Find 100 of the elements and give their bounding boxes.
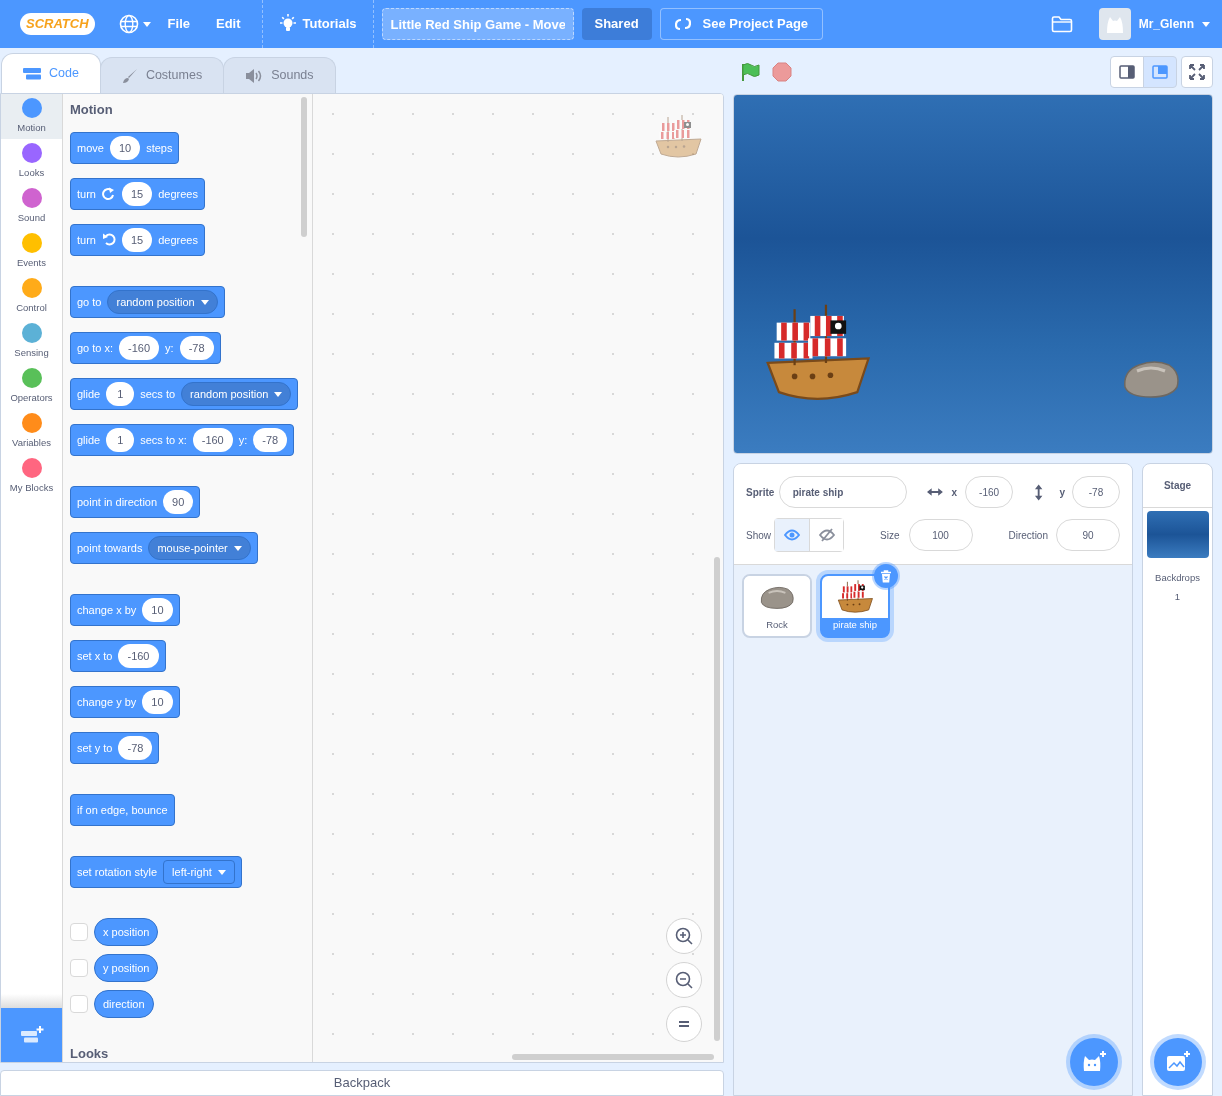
y-position-field[interactable]: -78 xyxy=(1072,476,1120,508)
field-label: Show xyxy=(746,528,772,543)
motion-block[interactable]: go to random position xyxy=(70,286,225,318)
sprite-name: Rock xyxy=(765,618,789,632)
add-extension-button[interactable] xyxy=(1,1008,62,1062)
sprite-tile[interactable]: Rock xyxy=(742,574,812,638)
motion-block[interactable]: point towards mouse-pointer xyxy=(70,532,258,564)
number-input[interactable]: -160 xyxy=(118,644,159,668)
number-input[interactable]: 1 xyxy=(106,382,135,406)
dropdown-menu[interactable]: mouse-pointer xyxy=(148,536,251,560)
number-input[interactable]: 15 xyxy=(121,228,153,252)
motion-block[interactable]: change x by 10 xyxy=(70,594,180,626)
show-sprite-button[interactable] xyxy=(775,519,810,551)
block-label: move xyxy=(77,140,104,156)
normal-stage-icon xyxy=(1152,65,1168,79)
add-backdrop-button[interactable] xyxy=(1153,1038,1202,1086)
hide-sprite-button[interactable] xyxy=(809,519,844,551)
motion-block[interactable]: change y by 10 xyxy=(70,686,180,718)
eye-icon xyxy=(784,529,801,541)
block-label: go to x: xyxy=(77,340,114,356)
caret-icon xyxy=(1202,21,1210,27)
number-input[interactable]: 10 xyxy=(109,136,141,160)
size-field[interactable]: 100 xyxy=(908,519,973,551)
stop-icon xyxy=(772,62,792,82)
rotate-clockwise-icon xyxy=(101,187,116,201)
number-input[interactable]: -160 xyxy=(192,428,233,452)
scrollbar[interactable] xyxy=(512,1054,714,1060)
brush-icon xyxy=(121,67,138,84)
backdrop-count: 1 xyxy=(1174,590,1181,605)
block-label: degrees xyxy=(158,232,198,248)
motion-block[interactable]: point in direction 90 xyxy=(70,486,201,518)
rock-drawing xyxy=(759,584,795,610)
category-item[interactable]: Motion xyxy=(1,94,62,139)
dropdown-menu[interactable]: random position xyxy=(107,290,218,314)
block-label: go to xyxy=(77,294,102,310)
number-input[interactable]: 10 xyxy=(142,690,173,714)
fullscreen-icon xyxy=(1189,64,1205,80)
horizontal-arrows-icon xyxy=(926,487,943,497)
number-input[interactable]: -78 xyxy=(179,336,214,360)
motion-block[interactable]: turn 15 degrees xyxy=(70,224,205,256)
avatar-icon xyxy=(1098,8,1131,40)
field-label: Size xyxy=(880,528,900,543)
number-input[interactable]: 10 xyxy=(142,598,173,622)
block-label: set y to xyxy=(77,740,113,756)
zoom-in-button[interactable] xyxy=(666,918,702,954)
backdrops-label: Backdrops xyxy=(1155,571,1200,585)
zoom-out-button[interactable] xyxy=(666,962,702,998)
motion-block[interactable]: go to x: -160 y: -78 xyxy=(70,332,221,364)
number-input[interactable]: 1 xyxy=(106,428,135,452)
stage-pane-title: Stage xyxy=(1163,479,1192,493)
reset-zoom-button[interactable] xyxy=(666,1006,702,1042)
scrollbar[interactable] xyxy=(714,557,720,1041)
backdrop-thumbnail[interactable] xyxy=(1146,511,1209,558)
cat-plus-icon xyxy=(1081,1050,1107,1074)
shared-button[interactable]: Shared xyxy=(581,8,652,40)
block-label: glide xyxy=(77,386,101,402)
blocks-icon xyxy=(23,67,41,80)
vertical-arrows-icon xyxy=(1034,483,1044,501)
motion-block[interactable]: set x to -160 xyxy=(70,640,166,672)
fullscreen-button[interactable] xyxy=(1181,56,1213,88)
number-input[interactable]: -160 xyxy=(119,336,160,360)
backpack-bar[interactable]: Backpack xyxy=(0,1070,724,1096)
add-sprite-button[interactable] xyxy=(1070,1038,1118,1086)
number-input[interactable]: -78 xyxy=(253,428,288,452)
motion-block[interactable]: move 10 steps xyxy=(70,132,180,164)
stage-size-button[interactable] xyxy=(1110,56,1144,88)
motion-block[interactable]: set y to -78 xyxy=(70,732,160,764)
scroll-shadow xyxy=(1,994,62,1008)
rotate-counterclockwise-icon xyxy=(101,233,116,247)
small-stage-icon xyxy=(1119,65,1135,79)
delete-sprite-button[interactable] xyxy=(874,564,898,588)
sprite-name-field[interactable]: pirate ship xyxy=(778,476,907,508)
block-label: direction xyxy=(103,996,145,1012)
dropdown-menu[interactable]: random position xyxy=(181,382,292,406)
block-label: y: xyxy=(165,340,174,356)
my-stuff-button[interactable] xyxy=(1050,15,1073,33)
caret-icon xyxy=(142,21,151,27)
number-input[interactable]: -78 xyxy=(118,736,153,760)
x-position-field[interactable]: -160 xyxy=(965,476,1014,508)
block-label: degrees xyxy=(158,186,198,202)
lightbulb-icon xyxy=(278,14,297,34)
checkbox[interactable] xyxy=(70,959,88,977)
picture-plus-icon xyxy=(1164,1050,1191,1074)
field-label: Direction xyxy=(1008,528,1048,543)
block-label: point in direction xyxy=(77,494,158,510)
motion-block[interactable]: glide 1 secs to random position xyxy=(70,378,299,410)
pirate-ship-drawing xyxy=(836,578,874,616)
stop-button[interactable] xyxy=(770,60,794,84)
number-input[interactable]: 90 xyxy=(163,490,194,514)
direction-field[interactable]: 90 xyxy=(1056,519,1120,551)
checkbox[interactable] xyxy=(70,995,88,1013)
number-input[interactable]: 15 xyxy=(121,182,153,206)
block-label: set x to xyxy=(77,648,113,664)
motion-block[interactable]: turn 15 degrees xyxy=(70,178,205,210)
scrollbar[interactable] xyxy=(301,97,307,237)
motion-block[interactable]: glide 1 secs to x: -160 y: -78 xyxy=(70,424,295,456)
block-label: set rotation style xyxy=(77,864,158,880)
trash-icon xyxy=(880,569,892,583)
checkbox[interactable] xyxy=(70,923,88,941)
stage-canvas[interactable] xyxy=(733,94,1213,454)
